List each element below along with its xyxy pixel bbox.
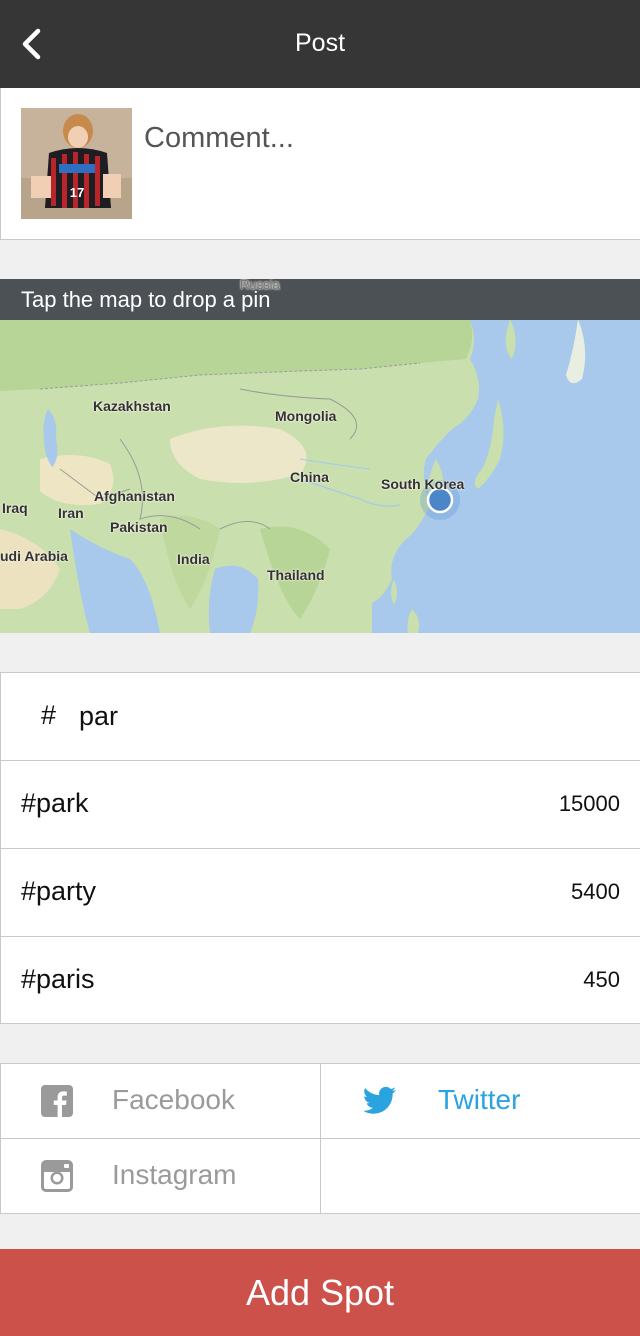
suggestion-count: 5400 bbox=[571, 879, 620, 904]
add-spot-button[interactable]: Add Spot bbox=[0, 1249, 640, 1336]
map-label-afghanistan: Afghanistan bbox=[94, 488, 175, 504]
instagram-icon bbox=[41, 1160, 73, 1192]
instagram-label: Instagram bbox=[112, 1159, 237, 1190]
facebook-icon bbox=[41, 1085, 73, 1117]
twitter-share-toggle[interactable]: Twitter bbox=[321, 1064, 640, 1139]
hash-symbol: # bbox=[41, 700, 57, 730]
avatar[interactable]: 17 bbox=[21, 108, 132, 219]
twitter-label: Twitter bbox=[438, 1084, 521, 1115]
suggestion-count: 450 bbox=[583, 967, 620, 992]
map-label-china: China bbox=[290, 469, 329, 485]
instagram-share-toggle[interactable]: Instagram bbox=[1, 1139, 321, 1214]
map-label-thailand: Thailand bbox=[267, 567, 325, 583]
map-label-iraq: Iraq bbox=[2, 500, 28, 516]
hashtag-suggestion-park[interactable]: #park 15000 bbox=[0, 760, 640, 848]
hashtag-suggestions-list: #park 15000 #party 5400 #paris 450 bbox=[0, 760, 640, 1024]
map-instruction-text: Tap the map to drop a pin bbox=[21, 287, 271, 312]
hashtag-suggestion-paris[interactable]: #paris 450 bbox=[0, 936, 640, 1024]
map-label-mongolia: Mongolia bbox=[275, 408, 337, 424]
map-label-saudi-arabia: udi Arabia bbox=[0, 548, 68, 564]
map-view[interactable]: Tap the map to drop a pin Russia Kazakhs… bbox=[0, 279, 640, 633]
map-label-iran: Iran bbox=[58, 505, 84, 521]
map-label-pakistan: Pakistan bbox=[110, 519, 168, 535]
map-label-kazakhstan: Kazakhstan bbox=[93, 398, 171, 414]
suggestion-tag: #paris bbox=[21, 964, 95, 994]
map-instruction-banner: Tap the map to drop a pin bbox=[0, 279, 640, 320]
hashtag-input-row: # bbox=[0, 672, 640, 760]
facebook-share-toggle[interactable]: Facebook bbox=[1, 1064, 321, 1139]
suggestion-count: 15000 bbox=[558, 791, 620, 816]
map-label-south-korea: South Korea bbox=[381, 476, 465, 492]
suggestion-tag: #park bbox=[21, 788, 89, 818]
comment-section: 17 bbox=[0, 88, 640, 240]
comment-input[interactable] bbox=[144, 118, 614, 158]
twitter-bird-icon bbox=[363, 1086, 396, 1114]
empty-share-cell bbox=[321, 1139, 640, 1214]
svg-text:17: 17 bbox=[70, 185, 84, 200]
hashtag-input[interactable] bbox=[79, 697, 579, 735]
suggestion-tag: #party bbox=[21, 876, 97, 906]
map-label-india: India bbox=[177, 551, 210, 567]
page-title: Post bbox=[294, 29, 346, 57]
facebook-label: Facebook bbox=[112, 1084, 235, 1115]
map-label-russia: Russia bbox=[240, 279, 280, 292]
header-bar: Post bbox=[0, 0, 640, 88]
share-options: Facebook Twitter Instagram bbox=[0, 1063, 640, 1214]
hashtag-suggestion-party[interactable]: #party 5400 bbox=[0, 848, 640, 936]
